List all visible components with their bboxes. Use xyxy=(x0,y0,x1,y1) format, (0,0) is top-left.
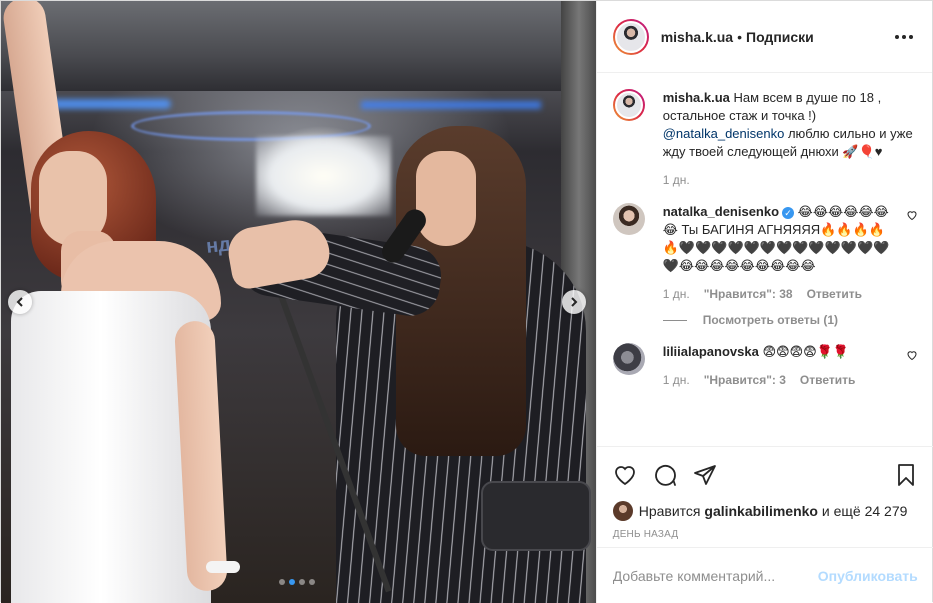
save-bookmark-icon[interactable] xyxy=(894,463,918,487)
carousel-dot xyxy=(299,579,305,585)
comment-text: natalka_denisenko ✓ 😂😂😂😂😂😂😂 Ты БАГИНЯ АГН… xyxy=(663,203,898,275)
post-sidebar: misha.k.ua • Подписки misha.k.ua Нам все… xyxy=(595,1,933,603)
view-replies-button[interactable]: Посмотреть ответы (1) xyxy=(662,313,898,327)
liked-by-user[interactable]: galinkabilimenko xyxy=(704,503,818,519)
carousel-dot xyxy=(279,579,285,585)
chevron-right-icon xyxy=(571,297,578,307)
carousel-dot xyxy=(289,579,295,585)
comment-meta: 1 дн. "Нравится": 3 Ответить xyxy=(663,373,898,387)
comment-likes[interactable]: "Нравится": 38 xyxy=(704,287,793,301)
neon-light xyxy=(361,101,541,109)
caption-time[interactable]: 1 дн. xyxy=(663,173,690,187)
woman-left-watch xyxy=(206,561,240,573)
author-username[interactable]: misha.k.ua xyxy=(661,29,733,45)
author-row: misha.k.ua • Подписки xyxy=(661,29,814,45)
comments-list[interactable]: misha.k.ua Нам всем в душе по 18 , остал… xyxy=(597,73,933,446)
author-avatar[interactable] xyxy=(612,18,649,55)
comment-time[interactable]: 1 дн. xyxy=(663,287,690,301)
verified-badge-icon: ✓ xyxy=(782,206,795,219)
comment-username[interactable]: liliialapanovska xyxy=(663,344,759,359)
carousel-prev-button[interactable] xyxy=(8,290,32,314)
view-replies-label: Посмотреть ответы (1) xyxy=(702,313,839,327)
caption-meta: 1 дн. xyxy=(663,173,918,187)
post-header: misha.k.ua • Подписки xyxy=(596,1,932,73)
likes-text[interactable]: Нравится galinkabilimenko и ещё 24 279 xyxy=(639,503,908,519)
bright-screen xyxy=(256,136,391,216)
post-actions: Нравится galinkabilimenko и ещё 24 279 Д… xyxy=(596,446,933,540)
comment-username[interactable]: natalka_denisenko xyxy=(663,204,779,219)
comment-meta: 1 дн. "Нравится": 38 Ответить xyxy=(663,287,898,301)
comment-like-heart-icon[interactable] xyxy=(906,349,918,361)
caption-avatar[interactable] xyxy=(612,89,645,121)
post-date[interactable]: ДЕНЬ НАЗАД xyxy=(613,529,918,540)
share-paper-plane-icon[interactable] xyxy=(693,463,717,487)
caption-mention[interactable]: @natalka_denisenko xyxy=(663,126,785,141)
like-heart-icon[interactable] xyxy=(613,463,637,487)
reply-button[interactable]: Ответить xyxy=(800,373,855,387)
publish-button[interactable]: Опубликовать xyxy=(818,568,918,584)
action-icons xyxy=(613,455,918,495)
comment-body: 😨😨😨😨🌹🌹 xyxy=(762,344,850,359)
more-options-icon[interactable] xyxy=(892,34,916,39)
woman-right-face xyxy=(416,151,476,246)
comment-like-heart-icon[interactable] xyxy=(906,209,918,221)
carousel-dots xyxy=(279,579,315,585)
comment-item: natalka_denisenko ✓ 😂😂😂😂😂😂😂 Ты БАГИНЯ АГН… xyxy=(612,203,918,327)
likes-summary: Нравится galinkabilimenko и ещё 24 279 xyxy=(612,501,918,521)
comment-likes[interactable]: "Нравится": 3 xyxy=(704,373,786,387)
comment-text: liliialapanovska 😨😨😨😨🌹🌹 xyxy=(663,343,898,361)
reply-button[interactable]: Ответить xyxy=(807,287,862,301)
comment-item: liliialapanovska 😨😨😨😨🌹🌹 1 дн. "Нравится"… xyxy=(612,343,918,387)
caption-text: misha.k.ua Нам всем в душе по 18 , остал… xyxy=(663,89,918,161)
caption: misha.k.ua Нам всем в душе по 18 , остал… xyxy=(612,89,918,187)
comment-bubble-icon[interactable] xyxy=(653,463,677,487)
following-button[interactable]: Подписки xyxy=(746,29,814,45)
comment-input[interactable] xyxy=(612,567,818,584)
handbag xyxy=(481,481,591,551)
liker-avatar[interactable] xyxy=(612,501,633,521)
carousel-dot xyxy=(309,579,315,585)
photo-ceiling xyxy=(1,1,596,91)
carousel-next-button[interactable] xyxy=(562,290,586,314)
chevron-left-icon xyxy=(16,297,23,307)
separator-dot: • xyxy=(737,28,742,45)
comment-avatar[interactable] xyxy=(612,203,645,235)
comment-avatar[interactable] xyxy=(612,343,645,375)
add-comment-bar: Опубликовать xyxy=(596,547,933,603)
comment-time[interactable]: 1 дн. xyxy=(663,373,690,387)
post-photo[interactable]: ндор Моё xyxy=(1,1,596,603)
instagram-post: ндор Моё misha.k.ua • xyxy=(0,0,933,603)
liked-by-suffix[interactable]: и ещё 24 279 xyxy=(822,503,908,519)
replies-line xyxy=(662,319,687,321)
caption-username[interactable]: misha.k.ua xyxy=(663,90,730,105)
liked-by-prefix: Нравится xyxy=(638,503,701,519)
